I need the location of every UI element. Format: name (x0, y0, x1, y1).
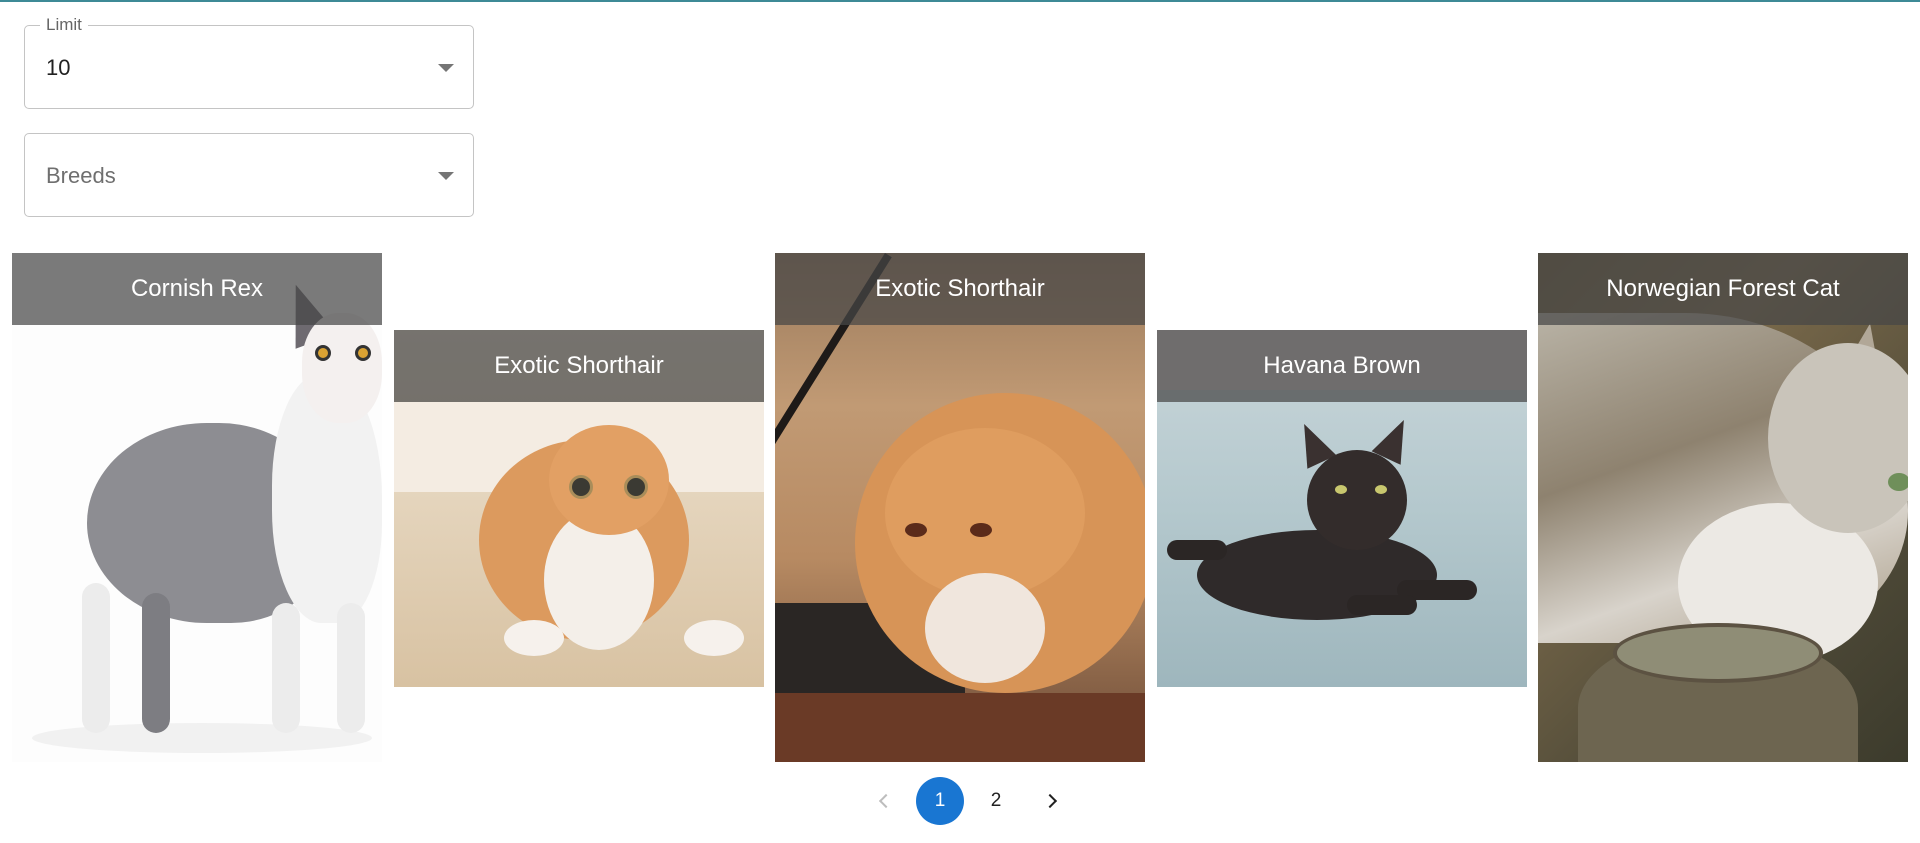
previous-page-button[interactable] (860, 777, 908, 825)
cat-card-norwegian-forest-cat[interactable]: Norwegian Forest Cat (1538, 253, 1908, 762)
cat-image (775, 253, 1145, 762)
card-caption: Cornish Rex (12, 253, 382, 325)
next-page-button[interactable] (1028, 777, 1076, 825)
cat-card-exotic-shorthair[interactable]: Exotic Shorthair (394, 330, 764, 687)
cat-image (1538, 253, 1908, 762)
card-caption: Havana Brown (1157, 330, 1527, 402)
cat-card-havana-brown[interactable]: Havana Brown (1157, 330, 1527, 687)
cat-card-cornish-rex[interactable]: Cornish Rex (12, 253, 382, 762)
cat-image (12, 253, 382, 762)
breeds-placeholder: Breeds (46, 163, 116, 188)
arrow-drop-down-icon (438, 172, 454, 180)
page-button-2[interactable]: 2 (972, 777, 1020, 825)
card-caption: Exotic Shorthair (775, 253, 1145, 325)
page-button-1[interactable]: 1 (916, 777, 964, 825)
breeds-select[interactable]: Breeds (24, 133, 474, 217)
limit-value: 10 (46, 55, 71, 80)
pagination: 1 2 (856, 776, 1080, 826)
cat-card-exotic-shorthair[interactable]: Exotic Shorthair (775, 253, 1145, 762)
limit-select[interactable]: Limit 10 (24, 15, 474, 109)
top-border (0, 0, 1920, 2)
chevron-left-icon (878, 793, 894, 809)
limit-label: Limit (40, 15, 88, 35)
card-caption: Norwegian Forest Cat (1538, 253, 1908, 325)
arrow-drop-down-icon (438, 64, 454, 72)
card-caption: Exotic Shorthair (394, 330, 764, 402)
chevron-right-icon (1042, 793, 1058, 809)
